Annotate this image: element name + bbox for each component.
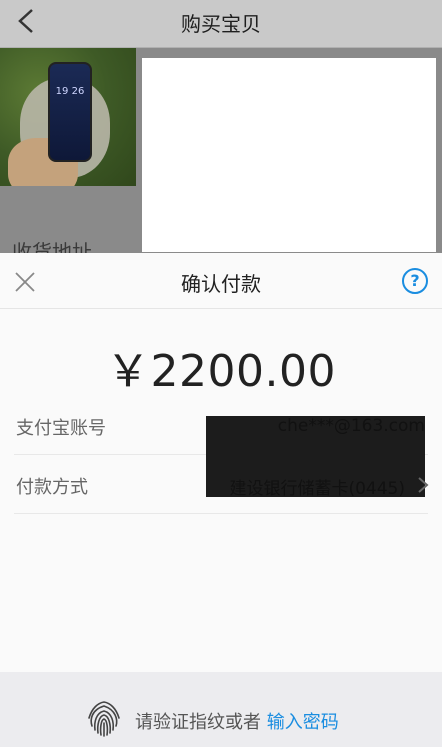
account-details-redacted: che***@163.com 建设银行储蓄卡(0445) [206, 416, 425, 499]
phone-image: 19 26 [48, 62, 92, 162]
product-photo: 19 26 [0, 48, 136, 186]
help-icon[interactable]: ? [402, 268, 428, 294]
sheet-title: 确认付款 [181, 272, 261, 296]
page-header: 购买宝贝 [0, 0, 442, 48]
chevron-right-icon[interactable] [416, 475, 430, 495]
alipay-account-label: 支付宝账号 [16, 418, 106, 439]
page-title: 购买宝贝 [181, 12, 261, 36]
sheet-header: 确认付款 ? [0, 253, 442, 309]
enter-password-link[interactable]: 输入密码 [267, 712, 339, 733]
fingerprint-prompt-text: 请验证指纹或者 [135, 712, 261, 733]
payment-amount: ￥2200.00 [106, 346, 336, 397]
verification-prompt: 请验证指纹或者 输入密码 [135, 708, 339, 734]
redaction-box [142, 58, 436, 252]
phone-time: 19 26 [55, 86, 85, 97]
payment-method-label: 付款方式 [16, 477, 88, 498]
verification-footer: 请验证指纹或者 输入密码 [0, 672, 442, 747]
payment-method-value[interactable]: 建设银行储蓄卡(0445) [229, 474, 405, 499]
fingerprint-icon[interactable] [86, 700, 122, 738]
alipay-account-value: che***@163.com [277, 416, 425, 436]
